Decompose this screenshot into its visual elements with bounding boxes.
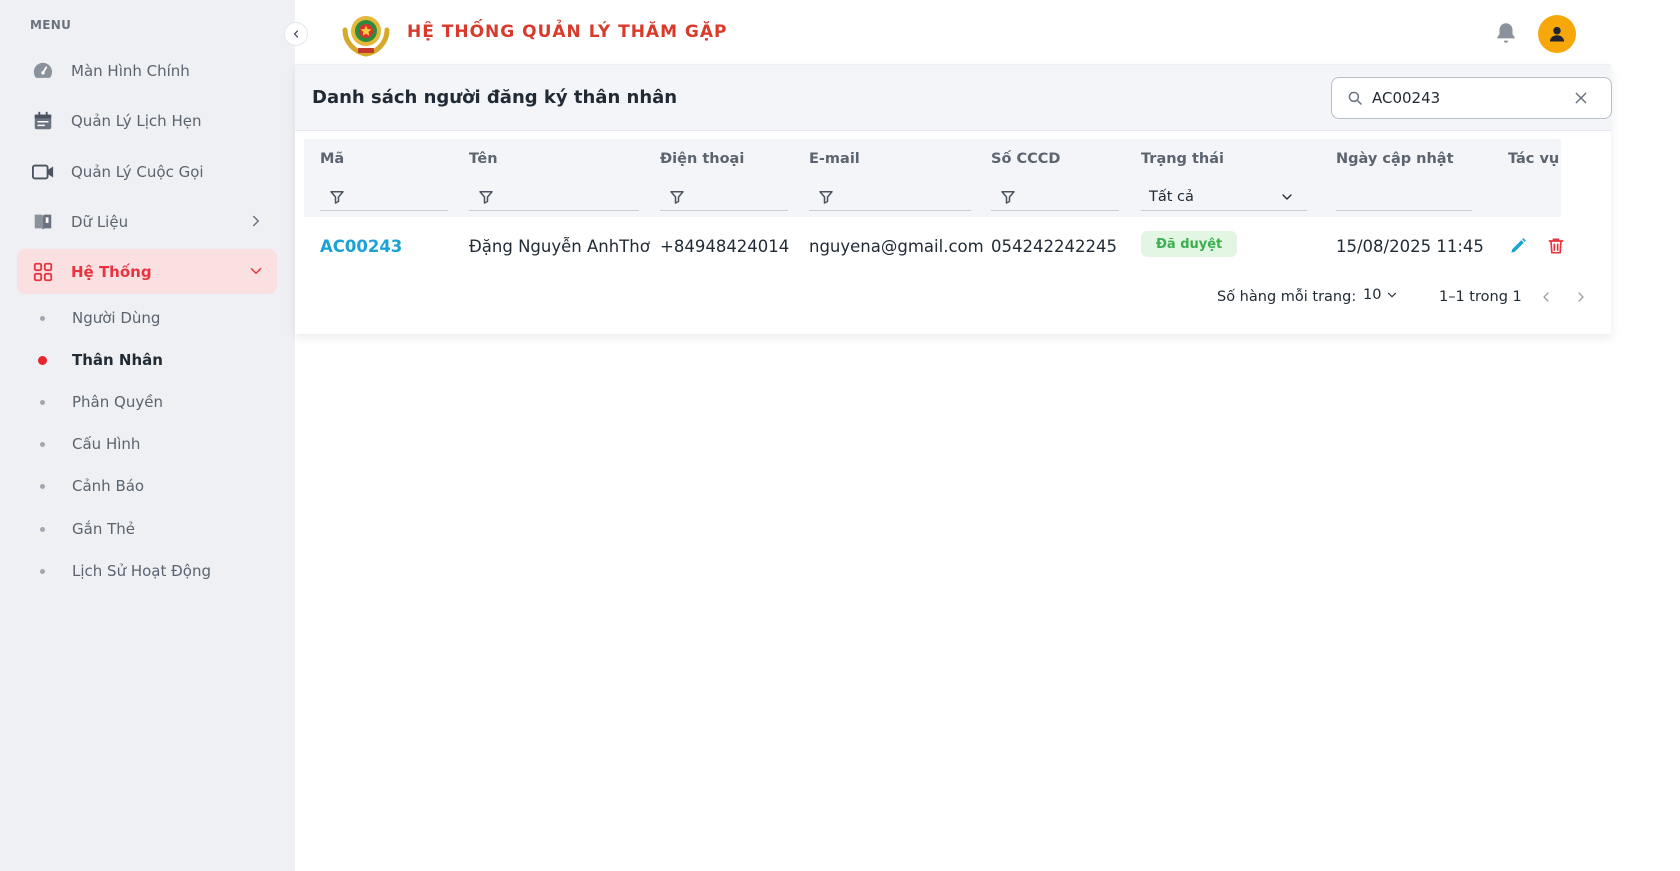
filter-icon [670,190,684,204]
sub-item-label: Phân Quyền [72,393,163,411]
chevron-down-icon [247,262,265,280]
table-row: AC00243 Đặng Nguyễn AnhThơ +84948424014 … [304,217,1604,277]
pagination: Số hàng mỗi trang: 10 1–1 trong 1 [295,287,1611,311]
row-updated: 15/08/2025 11:45 [1336,237,1484,256]
police-emblem-logo [339,10,393,58]
clear-search-icon[interactable] [1573,90,1589,106]
nav-label: Màn Hình Chính [71,61,190,80]
sub-item-label: Lịch Sử Hoạt Động [72,562,211,580]
sub-item-permissions[interactable]: Phân Quyền [30,387,163,417]
filter-icon [479,190,493,204]
video-camera-icon [30,159,56,185]
page-title: Danh sách người đăng ký thân nhân [312,87,678,108]
app-title: HỆ THỐNG QUẢN LÝ THĂM GẶP [407,22,728,42]
filter-phone[interactable] [660,183,788,211]
bullet-icon [40,315,45,321]
status-filter-select[interactable]: Tất cả [1141,183,1307,211]
bullet-icon [40,441,45,447]
next-page-button[interactable] [1571,287,1591,307]
relatives-card: Danh sách người đăng ký thân nhân Mã Tên… [295,64,1612,334]
chevron-right-icon [247,212,265,230]
prev-page-button[interactable] [1536,287,1556,307]
chevron-down-icon [1279,189,1295,209]
sub-item-activity-log[interactable]: Lịch Sử Hoạt Động [30,556,211,586]
user-avatar[interactable] [1538,15,1576,53]
nav-label: Quản Lý Cuộc Gọi [71,162,204,181]
edit-icon[interactable] [1506,234,1530,258]
filter-email[interactable] [809,183,971,211]
chevron-right-icon [1578,292,1584,302]
column-header-status[interactable]: Trạng thái [1141,151,1224,167]
dashboard-icon [30,58,56,84]
filter-icon [819,190,833,204]
bullet-icon [40,526,45,532]
column-header-cccd[interactable]: Số CCCD [991,151,1060,167]
status-badge: Đã duyệt [1141,231,1238,257]
bullet-icon [40,483,45,489]
sub-item-tags[interactable]: Gắn Thẻ [30,514,135,544]
bell-icon[interactable] [1493,20,1519,46]
calendar-icon [30,108,56,134]
nav-label: Quản Lý Lịch Hẹn [71,111,202,130]
card-header: Danh sách người đăng ký thân nhân [295,65,1612,131]
sub-item-label: Gắn Thẻ [72,520,135,538]
sub-item-label: Người Dùng [72,309,161,327]
row-cccd: 054242242245 [991,237,1117,256]
column-header-actions: Tác vụ [1508,151,1560,167]
sub-item-label: Cảnh Báo [72,477,145,495]
status-filter-value: Tất cả [1149,188,1194,205]
column-header-code[interactable]: Mã [320,151,344,167]
filter-cccd[interactable] [991,183,1119,211]
sub-item-label: Cấu Hình [72,435,141,453]
nav-item-data[interactable]: Dữ Liệu [17,199,277,244]
table-header: Mã Tên Điện thoại E-mail Số CCCD Trạng t… [304,139,1561,217]
filter-icon [330,190,344,204]
menu-title: MENU [30,18,72,32]
sub-item-alerts[interactable]: Cảnh Báo [30,471,144,501]
row-email: nguyena@gmail.com [809,237,984,256]
chevron-left-icon [293,30,299,38]
nav-label: Hệ Thống [71,262,152,281]
filter-icon [1001,190,1015,204]
sub-item-label: Thân Nhân [72,351,163,369]
rows-per-page-select[interactable]: 10 [1363,287,1399,303]
row-name: Đặng Nguyễn AnhThơ [469,237,650,256]
search-icon [1346,89,1364,107]
page-range: 1–1 trong 1 [1439,289,1522,305]
nav-item-system[interactable]: Hệ Thống [17,249,277,294]
filter-name[interactable] [469,183,639,211]
sub-item-relatives[interactable]: Thân Nhân [30,345,163,375]
filter-code[interactable] [320,183,448,211]
bullet-icon [40,568,45,574]
filter-updated [1336,183,1472,211]
book-icon [30,209,56,235]
nav-label: Dữ Liệu [71,212,129,231]
grid-icon [30,259,56,285]
search-input[interactable] [1372,89,1557,107]
sidebar: MENU Màn Hình Chính Quản Lý Lịch Hẹn Quả… [0,0,295,871]
nav-item-calls[interactable]: Quản Lý Cuộc Gọi [17,149,277,194]
nav-item-appointments[interactable]: Quản Lý Lịch Hẹn [17,98,277,143]
column-header-email[interactable]: E-mail [809,151,860,167]
collapse-sidebar-button[interactable] [284,22,308,46]
bullet-icon [40,399,45,405]
sub-item-config[interactable]: Cấu Hình [30,429,140,459]
row-phone: +84948424014 [660,237,790,256]
column-header-name[interactable]: Tên [469,151,498,167]
chevron-left-icon [1543,292,1549,302]
top-header: HỆ THỐNG QUẢN LÝ THĂM GẶP [295,0,1680,64]
row-code-link[interactable]: AC00243 [320,237,402,256]
rows-per-page-value: 10 [1363,287,1382,303]
bullet-icon [38,355,47,365]
chevron-down-icon [1388,292,1397,298]
sub-item-users[interactable]: Người Dùng [30,303,160,333]
nav-item-dashboard[interactable]: Màn Hình Chính [17,48,277,93]
user-icon [1549,26,1565,42]
delete-icon[interactable] [1544,234,1568,258]
search-box [1331,77,1612,119]
column-header-updated[interactable]: Ngày cập nhật [1336,151,1454,167]
rows-per-page-label: Số hàng mỗi trang: [1217,289,1357,305]
column-header-phone[interactable]: Điện thoại [660,151,744,167]
